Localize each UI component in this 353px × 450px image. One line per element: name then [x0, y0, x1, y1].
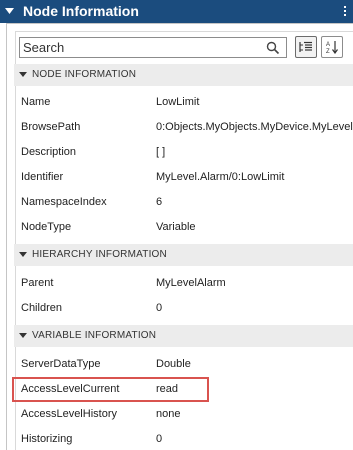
title-bar: Node Information [0, 0, 353, 23]
property-value: MyLevel.Alarm/0:LowLimit [156, 171, 285, 183]
property-value: [ ] [156, 146, 166, 158]
property-row-nodetype[interactable]: NodeType Variable [14, 215, 353, 240]
collapse-panel-icon[interactable] [5, 0, 17, 23]
collapse-triangle-icon[interactable] [19, 333, 27, 338]
svg-text:Z: Z [326, 49, 330, 54]
section-hierarchy-information[interactable]: HIERARCHY INFORMATION [14, 244, 353, 266]
property-value: 0 [156, 433, 163, 445]
section-label: NODE INFORMATION [32, 69, 137, 80]
collapse-triangle-icon[interactable] [19, 72, 27, 77]
property-value: Double [156, 358, 191, 370]
property-row-children[interactable]: Children 0 [14, 296, 353, 321]
property-row-description[interactable]: Description [ ] [14, 140, 353, 165]
categorize-button[interactable] [295, 36, 317, 58]
section-label: HIERARCHY INFORMATION [32, 249, 167, 260]
property-row-browsepath[interactable]: BrowsePath 0:Objects.MyObjects.MyDevice.… [14, 115, 353, 140]
categorize-icon [299, 41, 312, 52]
section-variable-information[interactable]: VARIABLE INFORMATION [14, 325, 353, 347]
property-value: none [156, 408, 181, 420]
panel-title: Node Information [23, 3, 139, 19]
search-input[interactable] [23, 39, 263, 56]
property-key: Description [21, 146, 77, 158]
section-node-information[interactable]: NODE INFORMATION [14, 64, 353, 86]
property-key: Historizing [21, 433, 73, 445]
property-row-serverdatatype[interactable]: ServerDataType Double [14, 352, 353, 377]
property-value: LowLimit [156, 96, 200, 108]
property-key: Identifier [21, 171, 64, 183]
collapse-triangle-icon[interactable] [19, 252, 27, 257]
property-row-historizing[interactable]: Historizing 0 [14, 427, 353, 450]
node-information-window: Node Information A Z [0, 0, 353, 450]
property-row-name[interactable]: Name LowLimit [14, 90, 353, 115]
property-row-accesslevelhistory[interactable]: AccessLevelHistory none [14, 402, 353, 427]
svg-text:A: A [326, 42, 330, 48]
search-box[interactable] [19, 37, 287, 58]
property-key: Children [21, 302, 62, 314]
property-key: AccessLevelHistory [21, 408, 117, 420]
property-row-namespaceindex[interactable]: NamespaceIndex 6 [14, 190, 353, 215]
property-key: BrowsePath [21, 121, 81, 133]
property-value: MyLevelAlarm [156, 277, 226, 289]
property-value: 0:Objects.MyObjects.MyDevice.MyLevel [156, 121, 353, 133]
property-row-identifier[interactable]: Identifier MyLevel.Alarm/0:LowLimit [14, 165, 353, 190]
highlight-annotation-box [12, 377, 209, 402]
property-value: 0 [156, 302, 163, 314]
property-key: Parent [21, 277, 54, 289]
property-value: 6 [156, 196, 163, 208]
section-label: VARIABLE INFORMATION [32, 330, 157, 341]
sort-alphabetical-icon: A Z [326, 41, 338, 54]
property-row-parent[interactable]: Parent MyLevelAlarm [14, 271, 353, 296]
search-icon[interactable] [266, 41, 280, 55]
more-options-icon[interactable] [340, 3, 350, 20]
property-key: ServerDataType [21, 358, 101, 370]
property-value: Variable [156, 221, 196, 233]
sort-alphabetical-button[interactable]: A Z [321, 36, 343, 58]
property-key: NodeType [21, 221, 72, 233]
property-key: Name [21, 96, 51, 108]
property-key: NamespaceIndex [21, 196, 107, 208]
